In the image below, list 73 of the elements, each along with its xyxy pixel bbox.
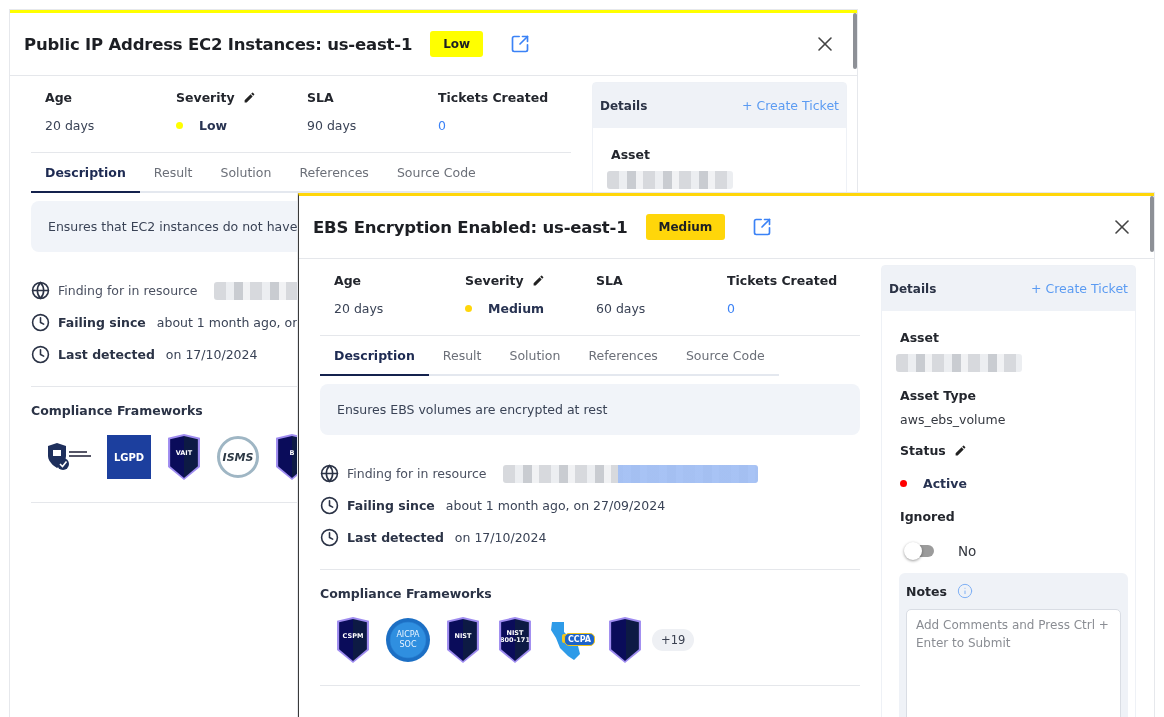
clock-icon — [320, 496, 339, 515]
seal-badge: AICPA SOC — [386, 618, 430, 662]
info-icon[interactable] — [956, 583, 973, 599]
external-link-icon[interactable] — [510, 34, 531, 54]
field-label: Ignored — [900, 508, 955, 524]
stat-value: 20 days — [45, 117, 95, 133]
status-value: Active — [923, 475, 967, 491]
fact-label: Last detected — [347, 530, 444, 545]
notes-label: Notes — [906, 583, 947, 599]
toggle-value: No — [958, 543, 977, 559]
tab[interactable]: References — [285, 155, 383, 193]
field-label: Asset — [900, 329, 939, 345]
severity-value: Low — [199, 117, 228, 133]
scrollbar-thumb[interactable] — [1150, 196, 1154, 252]
pencil-icon[interactable] — [531, 273, 545, 287]
fact-value: on 17/10/2024 — [454, 530, 547, 545]
shield-check-icon — [45, 442, 93, 472]
card-title: Details — [600, 98, 648, 113]
fact-value: on 17/10/2024 — [165, 347, 258, 362]
tab[interactable]: Result — [139, 155, 207, 193]
stat-value: 90 days — [307, 117, 357, 133]
tab[interactable]: Description — [320, 338, 429, 376]
card-title: Details — [889, 281, 937, 296]
pencil-icon[interactable] — [242, 90, 256, 104]
field-label: Status — [900, 442, 946, 458]
clock-icon — [31, 313, 50, 332]
globe-icon — [31, 281, 50, 300]
round-emblem: ISMS — [217, 436, 259, 478]
severity-label: Medium — [645, 214, 726, 240]
ignored-toggle[interactable] — [906, 545, 934, 557]
clock-icon — [31, 345, 50, 364]
tab[interactable]: Solution — [495, 338, 575, 376]
field-label: Asset — [611, 146, 650, 162]
stat-label: Severity — [176, 89, 235, 105]
tickets-link[interactable]: 0 — [438, 117, 446, 133]
tab[interactable]: Source Code — [382, 155, 490, 193]
external-link-icon[interactable] — [752, 217, 773, 237]
fact-label: Last detected — [58, 347, 155, 362]
tab[interactable]: Source Code — [671, 338, 779, 376]
fact-label: Failing since — [58, 315, 146, 330]
pencil-icon[interactable] — [953, 443, 967, 457]
tab[interactable]: Solution — [206, 155, 286, 193]
scrollbar-thumb[interactable] — [853, 13, 857, 69]
tickets-link[interactable]: 0 — [727, 300, 735, 316]
tab[interactable]: References — [574, 338, 672, 376]
stat-value: 20 days — [334, 300, 384, 316]
stat-label: SLA — [596, 272, 623, 288]
tab[interactable]: Result — [428, 338, 496, 376]
stat-label: Age — [334, 272, 362, 288]
section-title: Compliance Frameworks — [320, 586, 492, 601]
square-logo: LGPD — [107, 435, 151, 479]
stat-value: 60 days — [596, 300, 646, 316]
stat-label: SLA — [307, 89, 334, 105]
severity-value: Medium — [488, 300, 545, 316]
fact-label: Finding for in resource — [58, 283, 198, 298]
tab[interactable]: Description — [31, 155, 140, 193]
field-label: Asset Type — [900, 387, 976, 403]
fact-value: about 1 month ago, on 27/09/2024 — [445, 498, 666, 513]
field-value: aws_ebs_volume — [900, 412, 1007, 427]
description-text: Ensures EBS volumes are encrypted at rest — [320, 384, 860, 435]
stat-label: Tickets Created — [438, 89, 549, 105]
clock-icon — [320, 528, 339, 547]
panel-title: Public IP Address EC2 Instances: us-east-1 — [24, 34, 413, 54]
fact-label: Failing since — [347, 498, 435, 513]
section-title: Compliance Frameworks — [31, 403, 203, 418]
severity-label: Low — [430, 31, 484, 57]
globe-icon — [320, 464, 339, 483]
fact-label: Finding for in resource — [347, 466, 487, 481]
notes-field[interactable]: Add Comments and Press Ctrl + Enter to Submit — [906, 609, 1121, 717]
more-count[interactable]: +19 — [652, 629, 695, 651]
stat-label: Age — [45, 89, 73, 105]
stat-label: Severity — [465, 272, 524, 288]
stat-label: Tickets Created — [727, 272, 838, 288]
